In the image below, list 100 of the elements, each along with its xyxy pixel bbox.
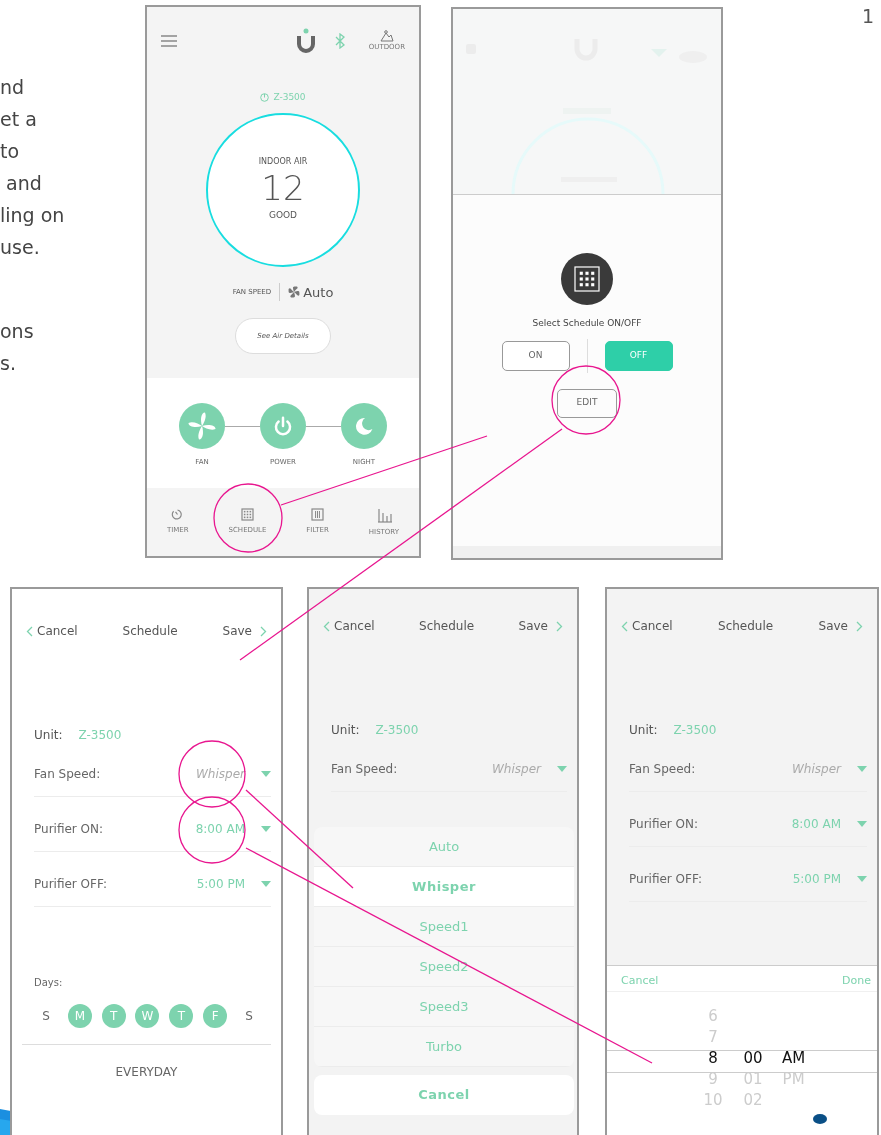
caret-icon — [857, 766, 867, 772]
repeat-label: EVERYDAY — [114, 1064, 179, 1081]
field-label: Unit: — [34, 727, 63, 744]
highlight-circle — [178, 796, 246, 864]
field-label: Purifier ON: — [629, 816, 699, 833]
night-button[interactable] — [341, 403, 387, 449]
forward-chevron-icon — [260, 625, 267, 637]
bluetooth-icon[interactable] — [334, 33, 345, 49]
screen-title: Schedule — [718, 618, 774, 635]
filter-icon — [311, 508, 325, 522]
gauge-label: INDOOR AIR — [258, 156, 308, 169]
edit-button[interactable]: EDIT — [557, 388, 617, 418]
picker-item[interactable]: 00 — [742, 1048, 764, 1069]
caret-icon — [261, 771, 271, 777]
dropdown-field[interactable]: Whisper — [792, 760, 867, 778]
back-chevron-icon — [621, 620, 628, 632]
calendar-grid-icon — [574, 266, 600, 292]
back-chevron-icon — [26, 625, 33, 637]
bar-chart-icon — [375, 506, 392, 523]
sheet-option[interactable]: Speed2 — [314, 947, 574, 987]
day-toggle[interactable]: S — [236, 1004, 261, 1028]
status-dot-icon — [813, 1114, 827, 1124]
day-toggle-selected[interactable]: T — [169, 1004, 194, 1028]
body-text: to — [0, 142, 20, 161]
toggle-button[interactable]: ON — [501, 340, 570, 371]
picker-cancel-button[interactable]: Cancel — [621, 971, 659, 991]
dropdown-field[interactable]: 5:00 PM — [792, 870, 867, 888]
highlight-circle — [178, 740, 246, 808]
field-label: Unit: — [331, 722, 360, 739]
caret-icon — [261, 881, 271, 887]
power-icon — [272, 415, 294, 437]
unit-name: Z-3500 — [673, 722, 717, 739]
save-button[interactable]: Save — [222, 622, 267, 640]
timer-icon — [260, 93, 270, 103]
cancel-button[interactable]: Cancel — [621, 617, 673, 635]
body-text: and — [5, 174, 42, 193]
screen-title: Schedule — [419, 618, 475, 635]
dropdown-field[interactable]: 5:00 PM — [196, 875, 271, 893]
caret-icon — [857, 821, 867, 827]
forward-chevron-icon — [856, 620, 863, 632]
field-label: Fan Speed: — [34, 766, 101, 783]
sheet-option[interactable]: Turbo — [314, 1027, 574, 1067]
dropdown-field[interactable]: Whisper — [492, 760, 567, 778]
field-label: Purifier ON: — [34, 821, 104, 838]
cancel-button[interactable]: Cancel — [26, 622, 78, 640]
sheet-option[interactable]: Whisper — [314, 867, 574, 907]
mountain-icon — [379, 29, 394, 42]
field-label: Fan Speed: — [629, 761, 696, 778]
logo-icon — [296, 28, 315, 54]
day-toggle-selected[interactable]: M — [67, 1004, 92, 1028]
dropdown-field[interactable]: 8:00 AM — [791, 815, 867, 833]
field-label: Fan Speed: — [331, 761, 398, 778]
unit-name: Z-3500 — [78, 727, 122, 744]
highlight-circle — [213, 483, 283, 553]
body-text: ling on — [0, 206, 65, 225]
day-toggle-selected[interactable]: F — [203, 1004, 228, 1028]
toggle-button-selected[interactable]: OFF — [604, 340, 673, 371]
menu-icon[interactable] — [161, 35, 177, 47]
forward-chevron-icon — [556, 620, 563, 632]
save-button[interactable]: Save — [518, 617, 563, 635]
field-label: Days: — [34, 976, 64, 990]
sheet-option[interactable]: Speed1 — [314, 907, 574, 947]
field-label: Purifier OFF: — [629, 871, 702, 888]
picker-item[interactable]: AM — [782, 1048, 806, 1069]
picker-item[interactable]: 8 — [702, 1048, 724, 1069]
save-button[interactable]: Save — [818, 617, 863, 635]
timer-icon — [171, 508, 185, 522]
day-toggle-selected[interactable]: T — [101, 1004, 126, 1028]
field-label: Unit: — [629, 722, 658, 739]
back-chevron-icon — [323, 620, 330, 632]
picker-done-button[interactable]: Done — [842, 971, 871, 991]
dropdown-field[interactable]: 8:00 AM — [195, 820, 271, 838]
calendar-grid-icon — [240, 508, 254, 522]
unit-name: Z-3500 — [273, 91, 306, 104]
cancel-button[interactable]: Cancel — [323, 617, 375, 635]
body-text: nd — [0, 78, 25, 97]
body-text: ons — [0, 322, 34, 341]
highlight-circle — [551, 365, 621, 435]
fan-button[interactable] — [179, 403, 225, 449]
day-toggle-selected[interactable]: W — [135, 1004, 160, 1028]
sheet-option[interactable]: Speed3 — [314, 987, 574, 1027]
body-text: et a — [0, 110, 37, 129]
dialog-title: Select Schedule ON/OFF — [532, 317, 642, 330]
body-text: use. — [0, 238, 40, 257]
unit-name: Z-3500 — [375, 722, 419, 739]
caret-icon — [261, 826, 271, 832]
fan-icon — [288, 286, 301, 299]
body-text: s. — [0, 354, 16, 373]
moon-icon — [354, 416, 374, 436]
power-button[interactable] — [260, 403, 306, 449]
air-quality-rating: GOOD — [268, 209, 298, 223]
page-number: 1 — [862, 4, 875, 29]
screen-title: Schedule — [122, 623, 178, 640]
field-label: Purifier OFF: — [34, 876, 107, 893]
fan-icon — [187, 411, 217, 441]
fan-speed-value: Auto — [303, 283, 334, 302]
caret-icon — [857, 876, 867, 882]
day-toggle[interactable]: S — [34, 1004, 58, 1028]
sheet-cancel-button[interactable]: Cancel — [314, 1075, 574, 1115]
air-quality-value: 12 — [261, 170, 305, 208]
